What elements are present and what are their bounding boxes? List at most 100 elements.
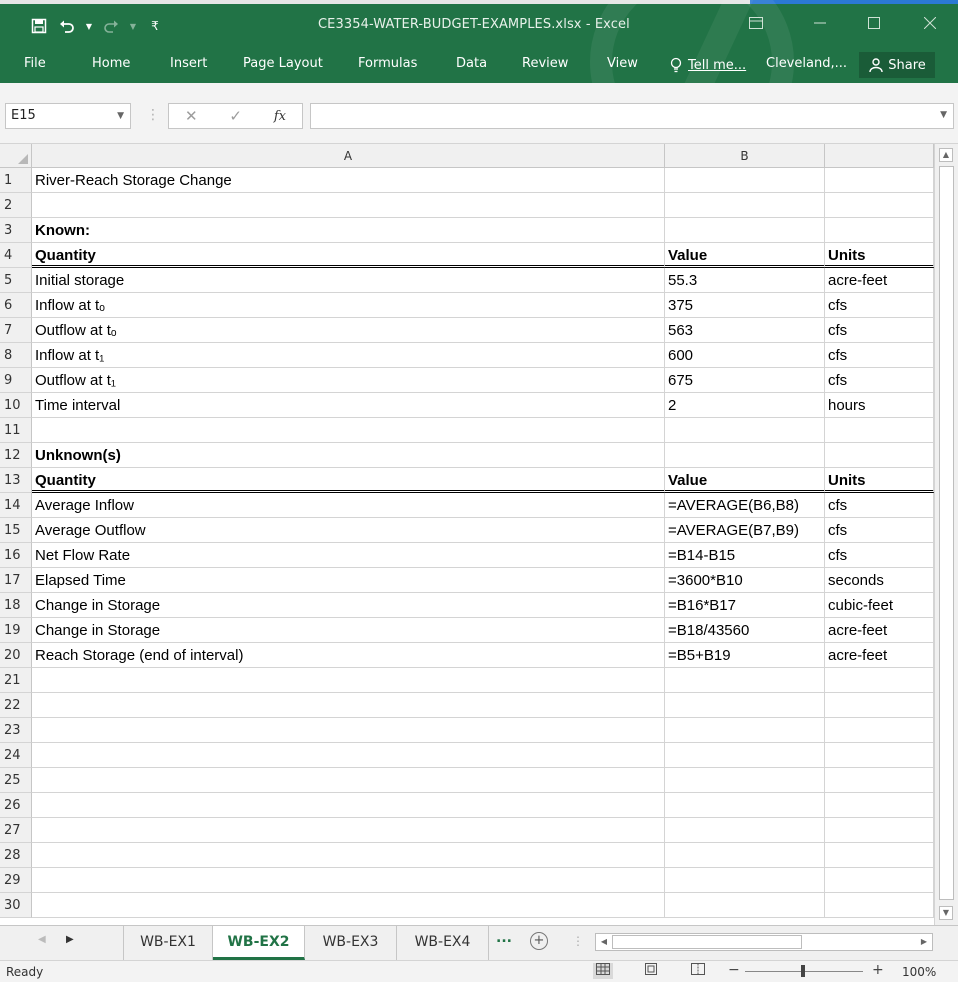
row-header[interactable]: 11 bbox=[0, 418, 32, 443]
cell-b[interactable] bbox=[665, 743, 825, 768]
minimize-icon[interactable] bbox=[798, 8, 842, 38]
tell-me-search[interactable]: Tell me... bbox=[670, 50, 746, 80]
redo-dropdown-icon[interactable]: ▼ bbox=[128, 15, 138, 37]
zoom-out-button[interactable]: − bbox=[728, 962, 740, 978]
page-layout-view-icon[interactable] bbox=[641, 963, 661, 979]
row-header[interactable]: 14 bbox=[0, 493, 32, 518]
zoom-slider-handle[interactable] bbox=[801, 965, 805, 977]
cell-c[interactable] bbox=[825, 443, 934, 468]
row-header[interactable]: 22 bbox=[0, 693, 32, 718]
row-header[interactable]: 19 bbox=[0, 618, 32, 643]
sheet-tab-wb-ex4[interactable]: WB-EX4 bbox=[397, 926, 489, 960]
cell-a[interactable] bbox=[32, 693, 665, 718]
cell-b[interactable] bbox=[665, 668, 825, 693]
cell-c[interactable] bbox=[825, 693, 934, 718]
vertical-scrollbar[interactable]: ▲ ▼ bbox=[934, 144, 958, 925]
row-header[interactable]: 4 bbox=[0, 243, 32, 268]
cell-b[interactable]: 563 bbox=[665, 318, 825, 343]
formula-bar-grip-icon[interactable]: ⋮ bbox=[146, 107, 160, 123]
cell-a[interactable] bbox=[32, 793, 665, 818]
cell-c[interactable] bbox=[825, 193, 934, 218]
zoom-in-button[interactable]: + bbox=[872, 962, 884, 978]
cell-a[interactable]: Unknown(s) bbox=[32, 443, 665, 468]
hscroll-splitter-icon[interactable]: ⋮ bbox=[572, 934, 584, 948]
cell-c[interactable]: hours bbox=[825, 393, 934, 418]
row-header[interactable]: 12 bbox=[0, 443, 32, 468]
name-box-dropdown-icon[interactable]: ▼ bbox=[117, 104, 124, 128]
tab-file[interactable]: File bbox=[20, 50, 50, 80]
cell-c[interactable] bbox=[825, 868, 934, 893]
row-header[interactable]: 28 bbox=[0, 843, 32, 868]
cell-a[interactable]: Known: bbox=[32, 218, 665, 243]
formula-input[interactable]: ▼ bbox=[310, 103, 954, 129]
cell-a[interactable] bbox=[32, 718, 665, 743]
redo-icon[interactable] bbox=[100, 15, 122, 37]
cell-c[interactable] bbox=[825, 818, 934, 843]
cell-c[interactable]: cubic-feet bbox=[825, 593, 934, 618]
scroll-right-icon[interactable]: ▶ bbox=[917, 935, 931, 949]
share-button[interactable]: Share bbox=[859, 52, 935, 78]
cell-a[interactable]: Initial storage bbox=[32, 268, 665, 293]
maximize-icon[interactable] bbox=[852, 8, 896, 38]
cell-c[interactable]: cfs bbox=[825, 543, 934, 568]
cell-b[interactable]: =3600*B10 bbox=[665, 568, 825, 593]
prev-sheet-icon[interactable]: ◀ bbox=[38, 934, 46, 945]
select-all-button[interactable] bbox=[0, 144, 32, 168]
cell-c[interactable] bbox=[825, 418, 934, 443]
expand-formula-bar-icon[interactable]: ▼ bbox=[940, 110, 947, 120]
tab-page-layout[interactable]: Page Layout bbox=[239, 50, 327, 80]
cell-b[interactable] bbox=[665, 843, 825, 868]
row-header[interactable]: 8 bbox=[0, 343, 32, 368]
cell-b[interactable]: Value bbox=[665, 468, 825, 493]
cell-c[interactable]: seconds bbox=[825, 568, 934, 593]
column-header-b[interactable]: B bbox=[665, 144, 825, 168]
row-header[interactable]: 10 bbox=[0, 393, 32, 418]
cell-a[interactable] bbox=[32, 818, 665, 843]
confirm-entry-icon[interactable]: ✓ bbox=[229, 107, 242, 125]
cell-a[interactable]: Quantity bbox=[32, 468, 665, 493]
cell-b[interactable]: 600 bbox=[665, 343, 825, 368]
cell-c[interactable]: cfs bbox=[825, 368, 934, 393]
cell-b[interactable]: 675 bbox=[665, 368, 825, 393]
row-header[interactable]: 3 bbox=[0, 218, 32, 243]
cell-b[interactable]: Value bbox=[665, 243, 825, 268]
cell-b[interactable] bbox=[665, 193, 825, 218]
save-icon[interactable] bbox=[28, 15, 50, 37]
cell-c[interactable]: Units bbox=[825, 468, 934, 493]
sheet-tab-wb-ex3[interactable]: WB-EX3 bbox=[305, 926, 397, 960]
cell-b[interactable]: =B18/43560 bbox=[665, 618, 825, 643]
vertical-scroll-thumb[interactable] bbox=[939, 166, 954, 900]
cell-b[interactable] bbox=[665, 218, 825, 243]
cell-c[interactable] bbox=[825, 793, 934, 818]
cell-b[interactable]: =B16*B17 bbox=[665, 593, 825, 618]
cell-c[interactable] bbox=[825, 718, 934, 743]
row-header[interactable]: 24 bbox=[0, 743, 32, 768]
cell-b[interactable]: =AVERAGE(B7,B9) bbox=[665, 518, 825, 543]
tab-formulas[interactable]: Formulas bbox=[354, 50, 421, 80]
cell-c[interactable]: acre-feet bbox=[825, 643, 934, 668]
row-header[interactable]: 6 bbox=[0, 293, 32, 318]
horizontal-scroll-thumb[interactable] bbox=[612, 935, 802, 949]
cell-c[interactable]: Units bbox=[825, 243, 934, 268]
row-header[interactable]: 26 bbox=[0, 793, 32, 818]
row-header[interactable]: 20 bbox=[0, 643, 32, 668]
row-header[interactable]: 7 bbox=[0, 318, 32, 343]
cell-a[interactable]: Reach Storage (end of interval) bbox=[32, 643, 665, 668]
add-sheet-icon[interactable]: + bbox=[530, 932, 548, 950]
cell-c[interactable]: acre-feet bbox=[825, 268, 934, 293]
page-break-view-icon[interactable] bbox=[688, 963, 708, 979]
cell-a[interactable]: Average Inflow bbox=[32, 493, 665, 518]
cell-a[interactable] bbox=[32, 868, 665, 893]
tab-home[interactable]: Home bbox=[88, 50, 134, 80]
row-header[interactable]: 21 bbox=[0, 668, 32, 693]
cell-a[interactable]: Average Outflow bbox=[32, 518, 665, 543]
horizontal-scrollbar[interactable]: ◀ ▶ bbox=[595, 933, 933, 951]
tab-insert[interactable]: Insert bbox=[166, 50, 211, 80]
column-header-a[interactable]: A bbox=[32, 144, 665, 168]
zoom-level[interactable]: 100% bbox=[902, 965, 936, 979]
cell-a[interactable]: Inflow at t₁ bbox=[32, 343, 665, 368]
insert-function-icon[interactable]: fx bbox=[274, 109, 286, 124]
tab-view[interactable]: View bbox=[603, 50, 642, 80]
row-header[interactable]: 27 bbox=[0, 818, 32, 843]
cell-a[interactable]: Inflow at tₒ bbox=[32, 293, 665, 318]
